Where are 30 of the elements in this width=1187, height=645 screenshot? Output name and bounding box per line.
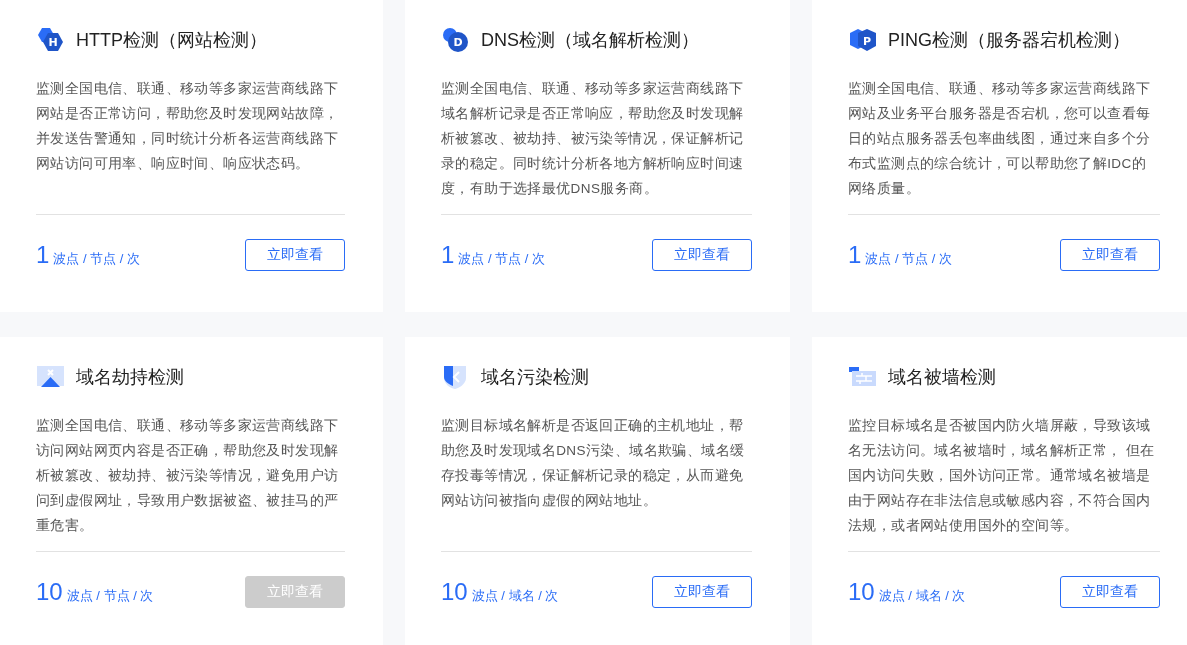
view-button[interactable]: 立即查看 [652,239,752,271]
card-description: 监测全国电信、联通、移动等多家运营商线路下访问网站网页内容是否正确，帮助您及时发现解析被篡改、被劫持、被污染等情况，避免用户访问到虚假网址，导致用户数据被盗、被挂马的严重危害。 [36,417,340,535]
card-title: 域名污染检测 [481,366,589,389]
count-unit: 波点 / 节点 / 次 [66,588,154,603]
count-value: 10 [848,578,875,605]
card-description: 监测目标域名解析是否返回正确的主机地址，帮助您及时发现域名DNS污染、域名欺骗、域名缓存投毒等情况，保证解析记录的稳定，从而避免网站访问被指向虚假的网站地址。 [441,417,746,510]
count-unit: 波点 / 节点 / 次 [865,251,953,266]
count-value: 10 [36,578,63,605]
count-value: 1 [848,241,862,268]
count-unit: 波点 / 域名 / 次 [878,588,966,603]
view-button[interactable]: 立即查看 [652,576,752,608]
card-description: 监控目标域名是否被国内防火墙屏蔽，导致该域名无法访问。域名被墙时，域名解析正常， 但在国内访问失败，国外访问正常。通常域名被墙是由于网站存在非法信息或敏感内容，不符合国内法规，或者网站使用国外的空间等。 [848,417,1156,535]
view-button[interactable]: 立即查看 [245,239,345,271]
card-title: DNS检测（域名解析检测） [481,29,699,52]
view-button[interactable]: 立即查看 [1060,239,1160,271]
count-value: 1 [441,241,455,268]
card-title: PING检测（服务器宕机检测） [888,29,1130,52]
card-title: HTTP检测（网站检测） [76,29,267,52]
count-value: 10 [441,578,468,605]
card-title: 域名被墙检测 [888,366,996,389]
card-description: 监测全国电信、联通、移动等多家运营商线路下网站及业务平台服务器是否宕机，您可以查看每日的站点服务器丢包率曲线图，通过来自多个分布式监测点的综合统计，可以帮助您了解IDC的网络质量。 [848,80,1152,198]
warning-screen-icon [36,364,66,390]
card-title: 域名劫持检测 [76,366,184,389]
count-value: 1 [36,241,50,268]
count-unit: 波点 / 域名 / 次 [471,588,559,603]
count-unit: 波点 / 节点 / 次 [458,251,546,266]
view-button[interactable]: 立即查看 [1060,576,1160,608]
count-unit: 波点 / 节点 / 次 [53,251,141,266]
card-description: 监测全国电信、联通、移动等多家运营商线路下域名解析记录是否正常响应，帮助您及时发现解析被篡改、被劫持、被污染等情况，保证解析记录的稳定。同时统计分析各地方解析响应时间速度，有助于选择最优DNS服务商。 [441,80,745,198]
card-description: 监测全国电信、联通、移动等多家运营商线路下网站是否正常访问，帮助您及时发现网站故障，并发送告警通知，同时统计分析各运营商线路下网站访问可用率、响应时间、响应状态码。 [36,80,340,173]
